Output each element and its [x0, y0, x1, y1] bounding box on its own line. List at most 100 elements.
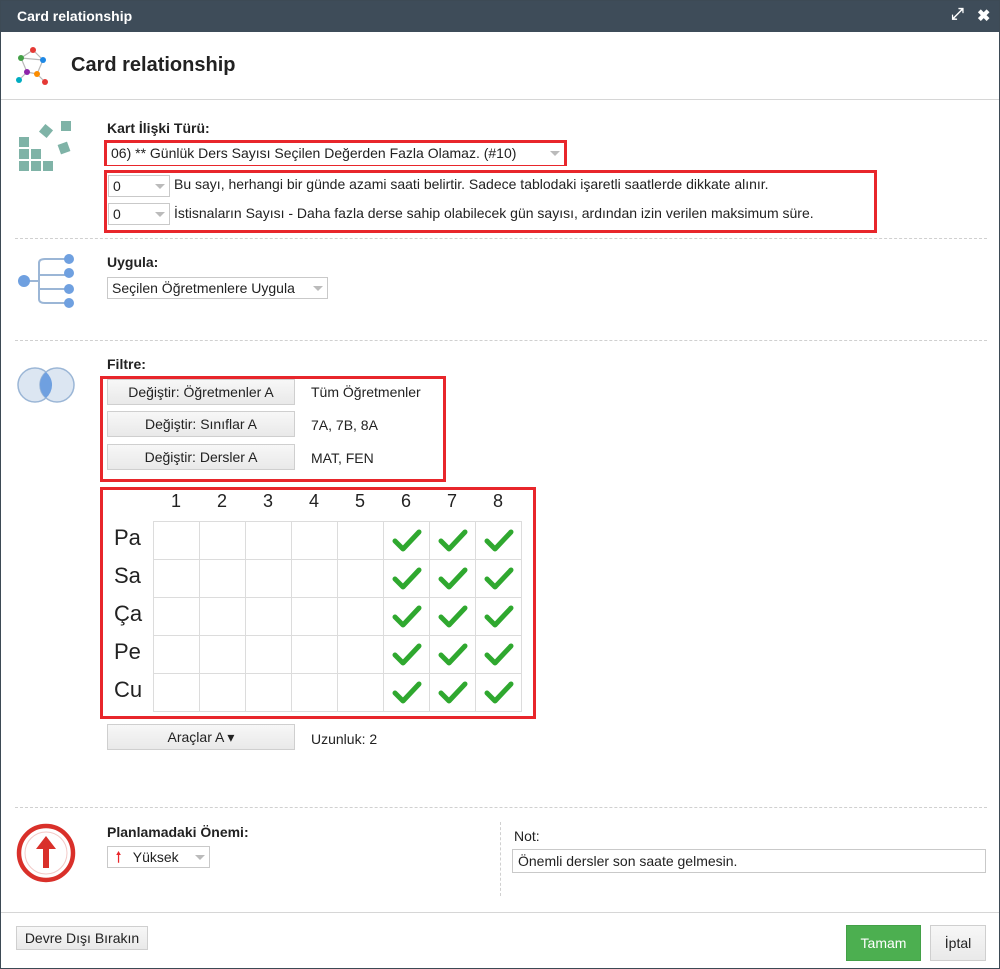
max-hours-description: Bu sayı, herhangi bir günde azami saati …: [174, 176, 769, 192]
cancel-button[interactable]: İptal: [930, 925, 986, 961]
grid-column-header: 8: [492, 491, 503, 511]
network-icon: [16, 47, 48, 85]
grid-cell[interactable]: [475, 521, 522, 560]
exceptions-description: İstisnaların Sayısı - Daha fazla derse s…: [174, 205, 814, 221]
grid-cell[interactable]: [337, 597, 384, 636]
checkmark-icon: [484, 567, 513, 589]
grid-cell[interactable]: [245, 673, 292, 712]
length-text: Uzunluk: 2: [311, 731, 378, 747]
grid-cell[interactable]: [291, 597, 338, 636]
grid-column-header: 5: [354, 491, 365, 511]
arrow-up-icon: 🠑: [116, 849, 122, 865]
grid-row: [153, 635, 522, 674]
grid-cell[interactable]: [337, 521, 384, 560]
grid-row: [153, 597, 522, 636]
grid-cell[interactable]: [245, 635, 292, 674]
grid-cell[interactable]: [245, 597, 292, 636]
grid-row-header: Pe: [114, 639, 141, 664]
grid-cell[interactable]: [153, 521, 200, 560]
chevron-down-icon: [195, 855, 205, 860]
grid-row: [153, 521, 522, 560]
max-hours-select[interactable]: 0: [108, 175, 170, 197]
max-hours-value: 0: [113, 178, 121, 194]
grid-cell[interactable]: [153, 635, 200, 674]
change-classes-button[interactable]: Değiştir: Sınıflar A: [107, 411, 295, 437]
checkmark-icon: [484, 681, 513, 703]
apply-value: Seçilen Öğretmenlere Uygula: [112, 280, 295, 296]
grid-cell[interactable]: [429, 559, 476, 598]
chevron-down-icon: [155, 184, 165, 189]
grid-cell[interactable]: [245, 521, 292, 560]
grid-cell[interactable]: [153, 673, 200, 712]
close-icon[interactable]: ✖: [977, 6, 990, 26]
grid-cell[interactable]: [291, 559, 338, 598]
checkmark-icon: [484, 643, 513, 665]
grid-cell[interactable]: [153, 559, 200, 598]
grid-column-header: 2: [216, 491, 227, 511]
grid-cell[interactable]: [337, 635, 384, 674]
checkmark-icon: [392, 605, 421, 627]
subjects-filter-value: MAT, FEN: [311, 450, 374, 466]
exceptions-select[interactable]: 0: [108, 203, 170, 225]
card-relationship-dialog: Card relationship ⤢ ✖ Card relationship: [0, 0, 1000, 969]
grid-column-header: 6: [400, 491, 411, 511]
grid-cell[interactable]: [199, 673, 246, 712]
grid-cell[interactable]: [199, 597, 246, 636]
grid-cell[interactable]: [475, 559, 522, 598]
grid-cell[interactable]: [383, 521, 430, 560]
section-divider: [15, 807, 987, 808]
apply-select[interactable]: Seçilen Öğretmenlere Uygula: [107, 277, 328, 299]
teachers-filter-value: Tüm Öğretmenler: [311, 384, 421, 400]
tools-menu-button[interactable]: Araçlar A ▾: [107, 724, 295, 750]
checkmark-icon: [484, 605, 513, 627]
grid-cell[interactable]: [153, 597, 200, 636]
dialog-header: Card relationship: [1, 32, 999, 100]
grid-cell[interactable]: [337, 559, 384, 598]
grid-cell[interactable]: [199, 521, 246, 560]
grid-cell[interactable]: [291, 521, 338, 560]
change-teachers-button[interactable]: Değiştir: Öğretmenler A: [107, 379, 295, 405]
disable-button[interactable]: Devre Dışı Bırakın: [16, 926, 148, 950]
change-subjects-button[interactable]: Değiştir: Dersler A: [107, 444, 295, 470]
filter-label: Filtre:: [107, 356, 146, 372]
grid-cell[interactable]: [383, 597, 430, 636]
grid-cell[interactable]: [199, 635, 246, 674]
note-input[interactable]: Önemli dersler son saate gelmesin.: [512, 849, 986, 873]
window-title: Card relationship: [17, 8, 133, 24]
grid-cell[interactable]: [245, 559, 292, 598]
checkmark-icon: [392, 567, 421, 589]
note-label: Not:: [514, 828, 540, 844]
importance-select[interactable]: 🠑 Yüksek: [107, 846, 210, 868]
importance-label: Planlamadaki Önemi:: [107, 824, 249, 840]
grid-row-header: Cu: [114, 677, 143, 702]
checkmark-icon: [392, 529, 421, 551]
ok-button[interactable]: Tamam: [846, 925, 921, 961]
importance-value: Yüksek: [132, 849, 179, 865]
relation-type-label: Kart İlişki Türü:: [107, 120, 210, 136]
grid-cell[interactable]: [291, 673, 338, 712]
exceptions-value: 0: [113, 206, 121, 222]
grid-cell[interactable]: [429, 635, 476, 674]
checkmark-icon: [438, 605, 467, 627]
checkmark-icon: [392, 643, 421, 665]
venn-diagram-icon: [17, 367, 75, 403]
grid-row-header: Ça: [114, 601, 143, 626]
grid-cell[interactable]: [291, 635, 338, 674]
relation-type-value: 06) ** Günlük Ders Sayısı Seçilen Değerd…: [111, 145, 517, 161]
grid-row: [153, 673, 522, 712]
cards-icon: [19, 121, 71, 171]
relation-type-select[interactable]: 06) ** Günlük Ders Sayısı Seçilen Değerd…: [107, 143, 564, 165]
grid-cell[interactable]: [337, 673, 384, 712]
grid-cell[interactable]: [383, 559, 430, 598]
grid-cell[interactable]: [475, 635, 522, 674]
maximize-icon[interactable]: ⤢: [951, 6, 964, 24]
grid-cell[interactable]: [429, 597, 476, 636]
chevron-down-icon: [155, 212, 165, 217]
grid-cell[interactable]: [383, 635, 430, 674]
grid-cell[interactable]: [475, 673, 522, 712]
grid-cell[interactable]: [199, 559, 246, 598]
grid-cell[interactable]: [429, 673, 476, 712]
grid-cell[interactable]: [383, 673, 430, 712]
grid-cell[interactable]: [429, 521, 476, 560]
grid-cell[interactable]: [475, 597, 522, 636]
